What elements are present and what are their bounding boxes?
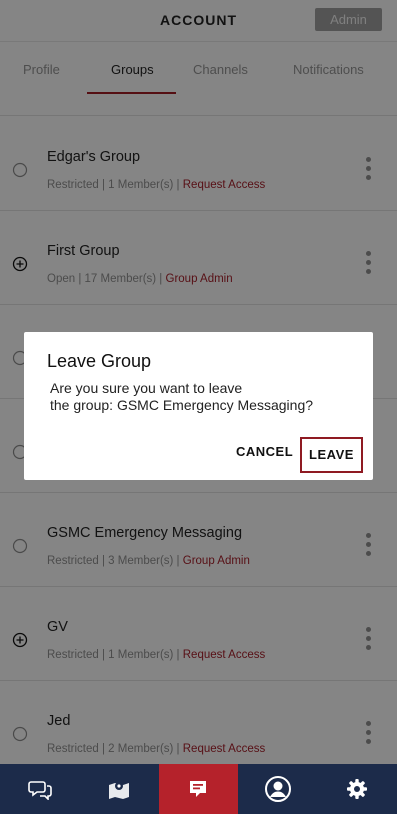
dialog-message: Are you sure you want to leave the group… (50, 380, 314, 413)
nav-chat[interactable] (0, 764, 79, 814)
nav-messages[interactable] (158, 764, 239, 814)
user-circle-icon (264, 776, 291, 802)
gear-icon (347, 779, 368, 799)
map-pin-icon (109, 782, 130, 799)
message-flag-icon (190, 781, 207, 797)
leave-button[interactable]: LEAVE (300, 437, 363, 473)
leave-group-dialog: Leave Group Are you sure you want to lea… (24, 332, 373, 480)
nav-profile[interactable] (238, 764, 317, 814)
cancel-button[interactable]: CANCEL (236, 444, 293, 459)
nav-map[interactable] (79, 764, 158, 814)
chat-bubbles-icon (27, 781, 52, 800)
nav-settings[interactable] (318, 764, 397, 814)
dialog-title: Leave Group (47, 351, 152, 371)
bottom-nav (0, 764, 397, 814)
